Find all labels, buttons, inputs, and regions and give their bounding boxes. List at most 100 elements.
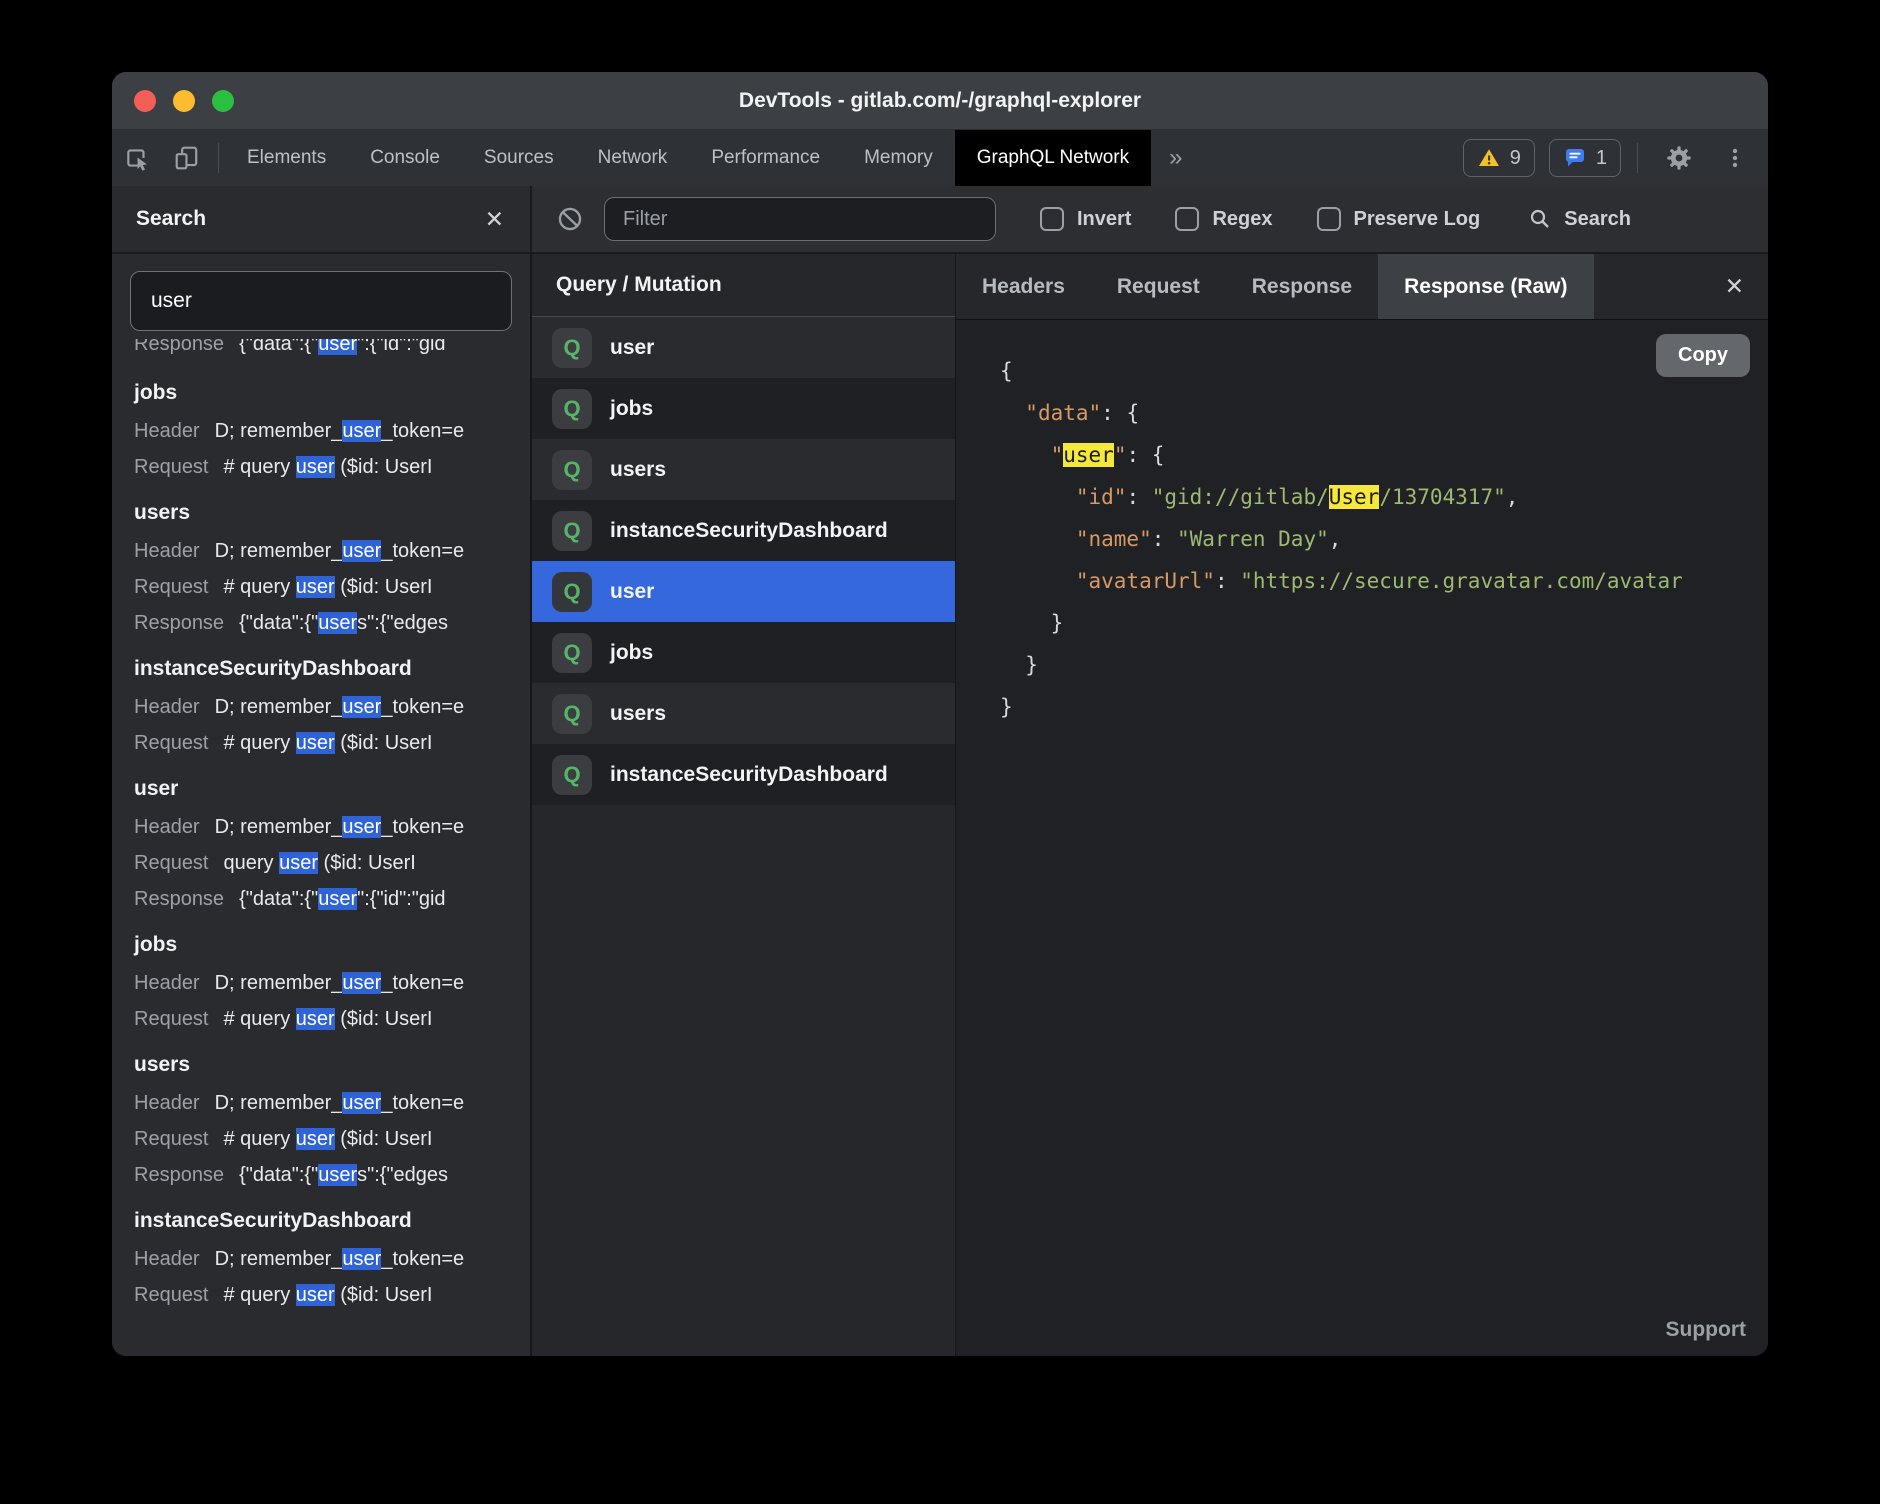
query-list-item-user[interactable]: Quser bbox=[532, 561, 955, 622]
warning-icon bbox=[1477, 146, 1501, 170]
checkbox-label: Preserve Log bbox=[1354, 208, 1481, 231]
search-result-line[interactable]: Header D; remember_user_token=e bbox=[134, 1085, 530, 1121]
search-result-line[interactable]: HeaderD; remember_user_token=e bbox=[134, 689, 530, 725]
checkbox-box[interactable] bbox=[1317, 207, 1341, 231]
query-list-item-user[interactable]: Quser bbox=[532, 317, 955, 378]
tab-console[interactable]: Console bbox=[348, 130, 462, 186]
search-result-line[interactable]: Requestquery user ($id: UserI bbox=[134, 845, 530, 881]
search-result-line[interactable]: Request# query user ($id: UserI bbox=[134, 1121, 530, 1157]
copy-button[interactable]: Copy bbox=[1656, 334, 1750, 377]
query-list-item-users[interactable]: Qusers bbox=[532, 439, 955, 500]
checkbox-invert[interactable]: Invert bbox=[1040, 207, 1131, 231]
tab-performance[interactable]: Performance bbox=[689, 130, 842, 186]
result-line-value: # query user ($id: UserI bbox=[224, 1128, 433, 1150]
response-close-icon[interactable]: ✕ bbox=[1701, 254, 1768, 319]
window-title: DevTools - gitlab.com/-/graphql-explorer bbox=[112, 89, 1768, 113]
search-result-line[interactable]: HeaderD; remember_user_token=e bbox=[134, 809, 530, 845]
search-result-line[interactable]: HeaderD; remember_user_token=e bbox=[134, 965, 530, 1001]
query-badge-icon: Q bbox=[552, 450, 592, 490]
search-result-line[interactable]: HeaderD; remember_user_token=e bbox=[134, 533, 530, 569]
checkbox-box[interactable] bbox=[1040, 207, 1064, 231]
search-result-section-title: user bbox=[134, 769, 530, 809]
result-line-label: Request bbox=[134, 1008, 209, 1030]
clear-block-icon[interactable] bbox=[556, 205, 584, 233]
filter-input[interactable] bbox=[604, 197, 996, 241]
device-toolbar-icon[interactable] bbox=[162, 130, 212, 186]
result-line-value: {"data":{"user":{"id":"gid bbox=[239, 888, 446, 910]
search-result-line[interactable]: Response{"data":{"user":{"id":"gid bbox=[134, 339, 530, 362]
search-close-icon[interactable]: ✕ bbox=[485, 208, 504, 231]
search-result-line[interactable]: Response{"data":{"users":{"edges bbox=[134, 605, 530, 641]
result-line-value: D; remember_user_token=e bbox=[215, 540, 465, 562]
toolbar-search-button[interactable]: Search bbox=[1528, 207, 1631, 231]
result-line-label: Request bbox=[134, 576, 209, 598]
query-label: instanceSecurityDashboard bbox=[610, 763, 888, 787]
checkbox-preserve-log[interactable]: Preserve Log bbox=[1317, 207, 1481, 231]
json-viewer: { "data": { "user": { "id": "gid://gitla… bbox=[956, 320, 1768, 728]
search-result-line[interactable]: Response {"data":{"user":{"id":"gid bbox=[134, 881, 530, 917]
tab-graphql-network[interactable]: GraphQL Network bbox=[955, 130, 1151, 186]
more-tabs-chevron-icon[interactable]: » bbox=[1151, 130, 1200, 186]
search-result-line[interactable]: Request# query user ($id: UserI bbox=[134, 569, 530, 605]
tab-elements[interactable]: Elements bbox=[225, 130, 348, 186]
search-result-section-title: jobs bbox=[134, 373, 530, 413]
response-tab-response[interactable]: Response bbox=[1226, 254, 1378, 319]
query-list-item-jobs[interactable]: Qjobs bbox=[532, 622, 955, 683]
query-list-item-instancesecuritydashboard[interactable]: QinstanceSecurityDashboard bbox=[532, 500, 955, 561]
tab-network[interactable]: Network bbox=[576, 130, 690, 186]
response-panel: HeadersRequestResponseResponse (Raw) ✕ C… bbox=[956, 254, 1768, 1356]
checkbox-box[interactable] bbox=[1175, 207, 1199, 231]
search-input[interactable] bbox=[130, 271, 512, 331]
result-line-label: Header bbox=[134, 1092, 200, 1114]
query-badge-icon: Q bbox=[552, 694, 592, 734]
result-line-value: {"data":{"user":{"id":"gid bbox=[239, 339, 446, 355]
warning-count: 9 bbox=[1510, 147, 1521, 170]
filter-controls: Invert Regex Preserve Log Search bbox=[532, 186, 1768, 252]
search-result-line[interactable]: Request# query user ($id: UserI bbox=[134, 1277, 530, 1313]
search-results-panel: Response {"data":{"user":{"id":"gid jobs He… bbox=[112, 254, 532, 1356]
filter-checkboxes: Invert Regex Preserve Log bbox=[996, 207, 1480, 231]
search-result-line[interactable]: Request # query user ($id: UserI bbox=[134, 1001, 530, 1037]
search-result-line[interactable]: Request# query user ($id: UserI bbox=[134, 449, 530, 485]
response-tab-headers[interactable]: Headers bbox=[956, 254, 1091, 319]
result-line-label: Response bbox=[134, 1164, 224, 1186]
json-line: { bbox=[1000, 350, 1768, 392]
devtools-tab-list: ElementsConsoleSourcesNetworkPerformance… bbox=[225, 130, 1151, 186]
search-result-line[interactable]: Response{"data":{"users":{"edges bbox=[134, 1157, 530, 1193]
result-line-value: # query user ($id: UserI bbox=[224, 456, 433, 478]
messages-badge[interactable]: 1 bbox=[1549, 139, 1621, 177]
query-list-item-instancesecuritydashboard[interactable]: QinstanceSecurityDashboard bbox=[532, 744, 955, 805]
traffic-light-zoom[interactable] bbox=[212, 90, 234, 112]
support-link[interactable]: Support bbox=[1666, 1318, 1746, 1342]
search-result-line[interactable]: HeaderD; remember_user_token=e bbox=[134, 413, 530, 449]
query-list-item-users[interactable]: Qusers bbox=[532, 683, 955, 744]
result-line-label: Response bbox=[134, 888, 224, 910]
query-badge-icon: Q bbox=[552, 572, 592, 612]
traffic-light-minimize[interactable] bbox=[173, 90, 195, 112]
kebab-menu-icon[interactable] bbox=[1718, 146, 1752, 170]
query-badge-icon: Q bbox=[552, 633, 592, 673]
checkbox-regex[interactable]: Regex bbox=[1175, 207, 1272, 231]
tab-memory[interactable]: Memory bbox=[842, 130, 955, 186]
result-line-label: Header bbox=[134, 816, 200, 838]
warnings-badge[interactable]: 9 bbox=[1463, 139, 1535, 177]
settings-gear-icon[interactable] bbox=[1654, 144, 1704, 172]
search-result-line[interactable]: HeaderD; remember_user_token=e bbox=[134, 1241, 530, 1277]
inspect-element-icon[interactable] bbox=[112, 130, 162, 186]
result-line-label: Header bbox=[134, 420, 200, 442]
query-list-item-jobs[interactable]: Qjobs bbox=[532, 378, 955, 439]
json-line: "user": { bbox=[1000, 434, 1768, 476]
response-tab-request[interactable]: Request bbox=[1091, 254, 1226, 319]
json-line: } bbox=[1000, 686, 1768, 728]
result-line-value: D; remember_user_token=e bbox=[215, 1092, 465, 1114]
result-line-value: # query user ($id: UserI bbox=[224, 1008, 433, 1030]
search-input-wrap bbox=[112, 254, 530, 337]
tab-sources[interactable]: Sources bbox=[462, 130, 576, 186]
search-result-line[interactable]: Request# query user ($id: UserI bbox=[134, 725, 530, 761]
traffic-light-close[interactable] bbox=[134, 90, 156, 112]
result-line-value: query user ($id: UserI bbox=[224, 852, 416, 874]
query-label: user bbox=[610, 336, 654, 360]
response-tab-response-raw[interactable]: Response (Raw) bbox=[1378, 254, 1593, 319]
checkbox-label: Invert bbox=[1077, 208, 1131, 231]
result-line-label: Response bbox=[134, 612, 224, 634]
